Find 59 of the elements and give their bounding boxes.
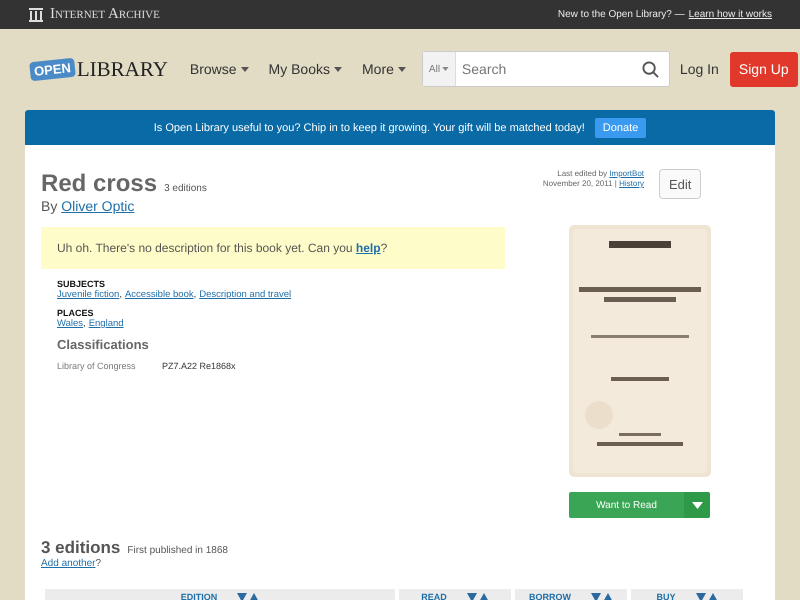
scope-dropdown[interactable]: All: [422, 52, 456, 86]
nav-menu[interactable]: My Books: [258, 61, 352, 77]
caret-icon: [334, 66, 342, 72]
author-link[interactable]: Oliver Optic: [61, 198, 134, 214]
classifications-heading: Classifications: [57, 337, 150, 352]
column-header[interactable]: BUY: [631, 589, 743, 600]
history-link[interactable]: History: [619, 179, 644, 188]
subject-link[interactable]: Wales: [57, 318, 84, 329]
edit-date: November 20, 2011 |: [542, 179, 617, 188]
column-header[interactable]: BORROW: [515, 589, 627, 600]
column-header[interactable]: READ: [399, 589, 511, 600]
logo-wordmark[interactable]: LIBRARY: [76, 56, 168, 82]
book-title: Red cross: [41, 170, 158, 198]
donation-message: Is Open Library useful to you? Chip in to keep it growing. Your gift will be matched today!: [154, 122, 585, 134]
subject-link[interactable]: Accessible book: [124, 289, 194, 300]
classification-label: Library of Congress: [57, 361, 137, 371]
nav-menu[interactable]: More: [352, 61, 416, 77]
subject-link[interactable]: Juvenile fiction: [57, 289, 120, 300]
question-mark: ?: [96, 558, 102, 569]
last-edited-label: Last edited by: [557, 169, 608, 178]
signup-button[interactable]: Sign Up: [730, 52, 798, 86]
want-to-read-button[interactable]: Want to Read: [569, 492, 684, 518]
first-published: First published in 1868: [127, 545, 228, 556]
archive-building-icon: [28, 6, 44, 22]
caret-icon: [692, 502, 702, 508]
logo-sign[interactable]: OPEN: [29, 57, 76, 81]
comma: ,: [194, 289, 196, 300]
subject-heading: SUBJECTS: [57, 279, 106, 289]
sort-icon[interactable]: [237, 592, 260, 600]
new-user-prompt: New to the Open Library? —: [558, 9, 685, 20]
column-header[interactable]: EDITION: [45, 589, 395, 600]
subject-heading: PLACES: [57, 308, 95, 318]
dropdown-button[interactable]: [684, 492, 710, 518]
comma: ,: [83, 318, 86, 329]
help-link[interactable]: help: [356, 241, 381, 255]
donate-button[interactable]: Donate: [594, 118, 646, 138]
editions-count: 3 editions: [164, 183, 207, 194]
add-another-link[interactable]: Add another: [41, 558, 96, 569]
caret-icon: [398, 66, 406, 72]
editor-link[interactable]: ImportBot: [609, 169, 644, 178]
search-field[interactable]: All Search: [422, 51, 670, 87]
sort-icon[interactable]: [591, 592, 613, 600]
comma: ,: [119, 289, 122, 300]
nav-menu[interactable]: Browse: [180, 61, 259, 77]
internet-archive-logo[interactable]: Internet Archive: [50, 6, 160, 23]
editions-heading: 3 editions: [41, 538, 120, 558]
subject-link[interactable]: England: [88, 318, 124, 329]
caret-icon: [442, 67, 449, 71]
subject-link[interactable]: Description and travel: [199, 289, 292, 300]
learn-link[interactable]: Learn how it works: [688, 9, 772, 20]
notice-text: Uh oh. There's no description for this book yet. Can you help?: [57, 241, 388, 255]
login-link[interactable]: Log In: [680, 61, 719, 77]
sort-icon[interactable]: [696, 592, 718, 600]
sort-icon[interactable]: [466, 592, 489, 600]
search-icon[interactable]: [642, 60, 659, 78]
classification-value: PZ7.A22 Re1868x: [162, 361, 236, 371]
edit-button[interactable]: Edit: [659, 169, 702, 199]
caret-icon: [240, 66, 249, 72]
by-label: By: [41, 198, 58, 214]
